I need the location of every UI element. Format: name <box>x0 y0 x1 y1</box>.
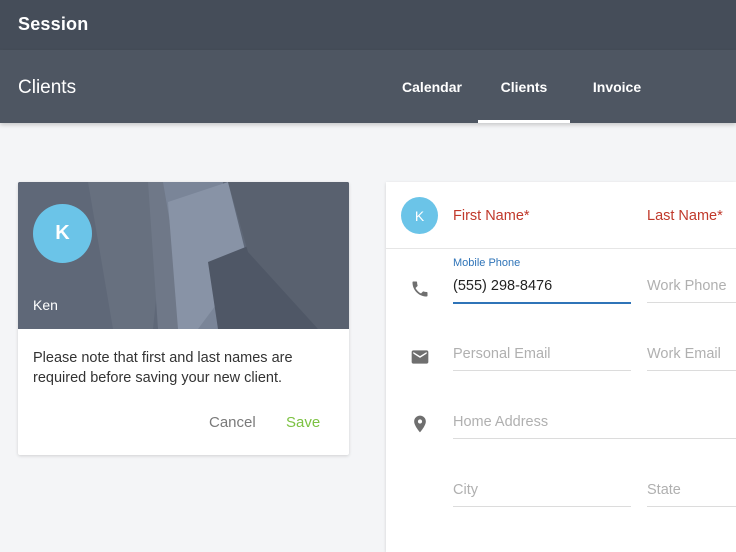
city-field[interactable]: City <box>453 474 631 507</box>
cancel-button[interactable]: Cancel <box>209 412 256 433</box>
form-avatar: K <box>401 197 438 234</box>
phone-icon <box>412 281 428 297</box>
form-header: K First Name* Last Name* <box>386 182 736 249</box>
client-form: K First Name* Last Name* Mobile Phone (5… <box>386 182 736 552</box>
app-bar: Session <box>0 0 736 50</box>
save-button[interactable]: Save <box>286 412 320 433</box>
tab-invoice[interactable]: Invoice <box>580 50 654 123</box>
last-name-field[interactable]: Last Name* <box>647 208 723 224</box>
page-header: Clients Calendar Clients Invoice <box>0 50 736 123</box>
first-name-field[interactable]: First Name* <box>453 208 530 224</box>
location-pin-icon <box>414 415 426 433</box>
personal-email-field[interactable]: Personal Email <box>453 338 631 371</box>
work-phone-field[interactable]: Work Phone <box>647 270 736 303</box>
required-note: Please note that first and last names ar… <box>33 350 293 386</box>
personal-email-placeholder: Personal Email <box>453 346 551 362</box>
tab-calendar[interactable]: Calendar <box>392 50 472 123</box>
mobile-phone-field[interactable]: Mobile Phone (555) 298-8476 <box>453 257 631 304</box>
client-name: Ken <box>33 297 58 313</box>
app-title: Session <box>18 14 89 34</box>
tab-clients[interactable]: Clients <box>478 50 570 123</box>
work-email-field[interactable]: Work Email <box>647 338 736 371</box>
mobile-phone-value: (555) 298-8476 <box>453 278 553 294</box>
page-title: Clients <box>18 77 77 98</box>
email-icon <box>411 350 429 364</box>
home-address-placeholder: Home Address <box>453 414 549 430</box>
state-placeholder: State <box>647 482 681 498</box>
client-avatar: K <box>33 204 92 263</box>
home-address-field[interactable]: Home Address <box>453 406 736 439</box>
state-field[interactable]: State <box>647 474 736 507</box>
city-placeholder: City <box>453 482 478 498</box>
work-email-placeholder: Work Email <box>647 346 721 362</box>
mobile-phone-label: Mobile Phone <box>453 257 521 269</box>
card-banner: K Ken <box>18 182 349 329</box>
client-card: K Ken Please note that first and last na… <box>18 182 349 455</box>
work-phone-placeholder: Work Phone <box>647 278 727 294</box>
